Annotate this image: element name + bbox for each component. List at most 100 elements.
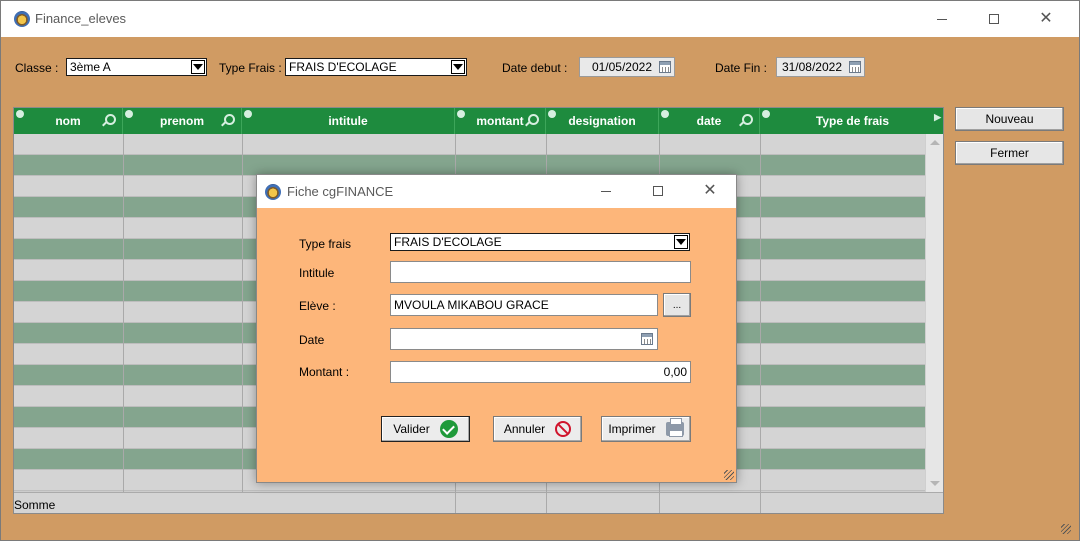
column-header-type-de-frais[interactable]: Type de frais ▶ <box>760 108 943 134</box>
column-label: montant <box>476 114 524 128</box>
type-frais-select[interactable]: FRAIS D'ECOLAGE <box>285 58 467 76</box>
date-fin-field[interactable]: 31/08/2022 <box>776 57 865 77</box>
column-header-designation[interactable]: designation <box>546 108 659 134</box>
date-fin-label: Date Fin : <box>715 61 768 75</box>
column-divider <box>659 493 660 513</box>
resize-grip-icon[interactable] <box>1061 524 1071 534</box>
dialog-title-bar: Fiche cgFINANCE ✕ <box>257 175 736 208</box>
valider-label: Valider <box>393 422 430 436</box>
sort-icon[interactable] <box>244 110 252 118</box>
dialog-type-frais-select[interactable]: FRAIS D'ECOLAGE <box>390 233 690 251</box>
maximize-button[interactable] <box>971 1 1017 37</box>
annuler-label: Annuler <box>503 422 546 436</box>
column-header-date[interactable]: date <box>659 108 760 134</box>
calendar-icon[interactable] <box>641 333 653 345</box>
close-icon: ✕ <box>1039 10 1053 27</box>
maximize-icon <box>989 14 999 24</box>
valider-button[interactable]: Valider <box>381 416 470 442</box>
date-fin-value: 31/08/2022 <box>781 60 842 74</box>
dialog-type-frais-value: FRAIS D'ECOLAGE <box>394 235 502 249</box>
fiche-finance-dialog: Fiche cgFINANCE ✕ Type frais FRAIS D'ECO… <box>256 174 737 483</box>
cancel-icon <box>555 421 572 437</box>
column-label: date <box>696 114 722 128</box>
search-icon[interactable] <box>224 114 235 125</box>
somme-label: Somme <box>14 498 56 512</box>
minimize-button[interactable] <box>919 1 965 37</box>
column-label: intitule <box>328 114 368 128</box>
vertical-scrollbar[interactable] <box>925 134 943 492</box>
nouveau-button[interactable]: Nouveau <box>955 107 1064 131</box>
close-button[interactable]: ✕ <box>1023 1 1069 37</box>
classe-label: Classe : <box>15 61 59 75</box>
column-header-prenom[interactable]: prenom <box>123 108 242 134</box>
column-label: nom <box>55 114 81 128</box>
column-header-intitule[interactable]: intitule <box>242 108 455 134</box>
column-header-nom[interactable]: nom <box>14 108 123 134</box>
imprimer-button[interactable]: Imprimer <box>601 416 691 442</box>
resize-grip-icon[interactable] <box>724 470 734 480</box>
window-title: Finance_eleves <box>35 11 127 26</box>
date-debut-label: Date debut : <box>502 61 568 75</box>
annuler-button[interactable]: Annuler <box>493 416 582 442</box>
montant-input[interactable]: 0,00 <box>390 361 691 383</box>
filter-icon[interactable]: ▶ <box>934 112 941 123</box>
sort-icon[interactable] <box>125 110 133 118</box>
intitule-label: Intitule <box>299 266 335 280</box>
sort-icon[interactable] <box>16 110 24 118</box>
maximize-icon <box>653 186 663 196</box>
chevron-down-icon[interactable] <box>451 60 465 74</box>
date-debut-value: 01/05/2022 <box>591 60 652 74</box>
dialog-minimize-button[interactable] <box>583 173 629 209</box>
column-label: designation <box>568 114 636 128</box>
sort-icon[interactable] <box>762 110 770 118</box>
eleve-label: Elève : <box>299 299 336 313</box>
scroll-up-icon[interactable] <box>930 140 940 145</box>
table-footer: Somme <box>14 492 943 513</box>
date-label: Date <box>299 333 325 347</box>
check-icon <box>439 420 458 438</box>
app-icon <box>14 11 30 27</box>
search-icon[interactable] <box>742 114 753 125</box>
chevron-down-icon[interactable] <box>191 60 205 74</box>
sort-icon[interactable] <box>548 110 556 118</box>
type-frais-label: Type frais <box>299 237 352 251</box>
column-divider <box>123 134 124 492</box>
scroll-down-icon[interactable] <box>930 481 940 486</box>
table-row[interactable] <box>14 155 926 176</box>
column-divider <box>546 493 547 513</box>
type-frais-value: FRAIS D'ECOLAGE <box>289 60 397 74</box>
calendar-icon[interactable] <box>849 61 861 73</box>
column-divider <box>760 493 761 513</box>
dialog-close-button[interactable]: ✕ <box>687 173 733 209</box>
sort-icon[interactable] <box>457 110 465 118</box>
date-input[interactable] <box>390 328 658 350</box>
classe-select[interactable]: 3ème A <box>66 58 207 76</box>
minimize-icon <box>937 18 947 20</box>
search-icon[interactable] <box>528 114 539 125</box>
sort-icon[interactable] <box>661 110 669 118</box>
minimize-icon <box>601 190 611 192</box>
title-bar: Finance_eleves ✕ <box>1 1 1079 37</box>
printer-icon <box>665 418 684 437</box>
fermer-button[interactable]: Fermer <box>955 141 1064 165</box>
type-frais-label: Type Frais : <box>219 61 282 75</box>
eleve-browse-button[interactable]: ... <box>663 293 691 317</box>
search-icon[interactable] <box>105 114 116 125</box>
intitule-input[interactable] <box>390 261 691 283</box>
dialog-maximize-button[interactable] <box>635 173 681 209</box>
column-divider <box>242 134 243 492</box>
imprimer-label: Imprimer <box>608 422 656 436</box>
date-debut-field[interactable]: 01/05/2022 <box>579 57 675 77</box>
app-icon <box>265 184 281 200</box>
column-label: prenom <box>159 114 204 128</box>
table-header: nom prenom intitule montant designation <box>14 108 943 134</box>
column-divider <box>455 493 456 513</box>
column-divider <box>760 134 761 492</box>
column-label: Type de frais <box>815 114 890 128</box>
table-row[interactable] <box>14 134 926 155</box>
column-header-montant[interactable]: montant <box>455 108 546 134</box>
calendar-icon[interactable] <box>659 61 671 73</box>
chevron-down-icon[interactable] <box>674 235 688 249</box>
eleve-input[interactable]: MVOULA MIKABOU GRACE <box>390 294 658 316</box>
classe-value: 3ème A <box>70 60 111 74</box>
